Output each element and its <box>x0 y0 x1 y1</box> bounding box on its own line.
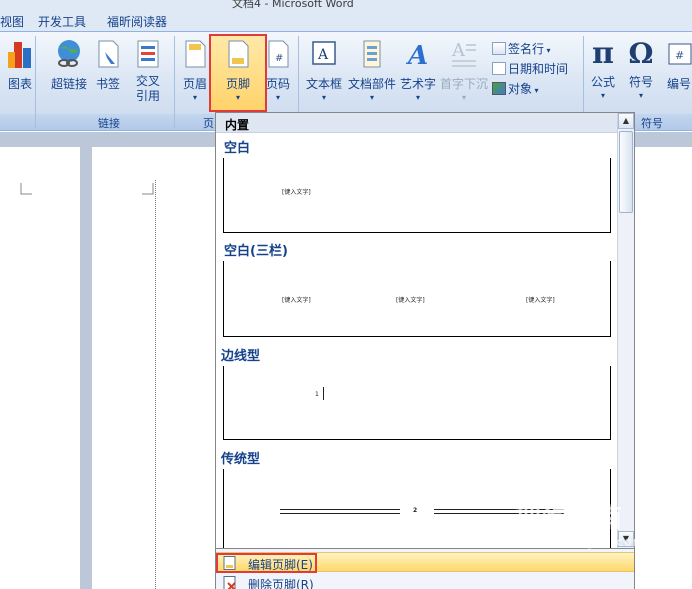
dropdown-arrow-icon: ▾ <box>532 86 539 95</box>
watermark-url: zhinan.sogou.com <box>520 535 646 549</box>
crop-mark <box>20 183 32 195</box>
crop-mark <box>142 183 154 195</box>
vertical-rule <box>323 387 324 400</box>
tab-developer[interactable]: 开发工具 <box>38 13 86 30</box>
signature-line-button[interactable]: 签名行 ▾ <box>492 40 551 57</box>
dropdown-arrow-icon: ▾ <box>461 93 466 102</box>
tab-view[interactable]: 视图 <box>0 13 24 30</box>
calendar-icon <box>492 62 506 75</box>
gallery-section-title: 空白 <box>224 141 251 156</box>
group-label-symbols: 符号 <box>641 117 663 130</box>
group-label-links: 链接 <box>98 117 120 130</box>
remove-footer-item[interactable]: 删除页脚(R) <box>216 573 634 589</box>
footer-gallery: 内置 空白 [键入文字] 空白(三栏) [键入文字] [键入文字] [键入文字]… <box>215 112 635 549</box>
footer-style-blank[interactable]: [键入文字] <box>223 158 611 233</box>
dropdown-arrow-icon: ▾ <box>275 93 280 102</box>
scroll-up-button[interactable]: ▲ <box>618 113 634 129</box>
cross-reference-icon <box>137 40 159 68</box>
gallery-scrollbar[interactable]: ▲ ▼ <box>617 113 634 548</box>
tab-foxit-reader[interactable]: 福昕阅读器 <box>107 13 167 30</box>
gallery-header: 内置 <box>216 113 619 133</box>
footer-button[interactable]: 页脚 ▾ <box>214 38 262 102</box>
group-label-header-footer: 页 <box>203 117 214 130</box>
title-bar: 文档4 - Microsoft Word <box>0 0 692 10</box>
header-icon <box>185 40 206 68</box>
dropdown-arrow-icon: ▾ <box>415 93 420 102</box>
globe-link-icon <box>58 40 80 67</box>
bookmark-button[interactable]: 书签 <box>93 38 123 92</box>
signature-line-icon <box>492 42 506 55</box>
edit-footer-highlight <box>216 553 317 573</box>
gallery-section-title: 空白(三栏) <box>224 244 288 259</box>
margin-guide <box>155 180 156 589</box>
page-number-icon: # <box>268 40 289 68</box>
cross-reference-button[interactable]: 交叉引用 <box>130 38 166 104</box>
rule-line <box>280 509 400 510</box>
object-button[interactable]: 对象 ▾ <box>492 80 539 97</box>
chart-icon <box>8 42 31 68</box>
window-title: 文档4 - Microsoft Word <box>232 0 354 10</box>
object-icon <box>492 82 506 95</box>
pi-icon: π <box>592 36 614 71</box>
footer-icon <box>228 40 249 68</box>
page-number-button[interactable]: # 页码 ▾ <box>262 38 294 102</box>
watermark-logo: 搜狗指南 <box>515 504 624 534</box>
quick-parts-icon <box>363 40 381 68</box>
footer-style-sideline[interactable]: 1 <box>223 366 611 440</box>
textbox-icon: A <box>312 41 336 65</box>
bookmark-icon <box>98 40 119 68</box>
header-button[interactable]: 页眉 ▾ <box>179 38 211 102</box>
chart-button[interactable]: 图表 <box>4 38 36 92</box>
dropdown-arrow-icon: ▾ <box>638 91 643 100</box>
dropcap-icon: A <box>451 40 476 67</box>
symbol-button[interactable]: Ω 符号 ▾ <box>624 38 658 100</box>
gallery-section-title: 传统型 <box>221 452 261 467</box>
dropdown-arrow-icon: ▾ <box>544 46 551 55</box>
svg-text:A: A <box>317 47 329 63</box>
dropdown-arrow-icon: ▾ <box>600 91 605 100</box>
dropdown-arrow-icon: ▾ <box>321 93 326 102</box>
svg-text:A: A <box>451 40 466 61</box>
gallery-section-title: 边线型 <box>221 349 261 364</box>
dropdown-arrow-icon: ▾ <box>369 93 374 102</box>
ribbon-tab-bar: 视图 开发工具 福昕阅读器 <box>0 10 692 32</box>
numbering-icon: # <box>668 43 692 65</box>
wordart-button[interactable]: A 艺术字 ▾ <box>398 38 438 102</box>
rule-line <box>280 513 400 514</box>
equation-button[interactable]: π 公式 ▾ <box>588 38 618 100</box>
wordart-icon: A <box>405 41 428 70</box>
svg-text:#: # <box>675 49 684 62</box>
omega-icon: Ω <box>628 37 654 70</box>
quick-parts-button[interactable]: 文档部件 ▾ <box>345 38 399 102</box>
previous-page <box>0 147 80 589</box>
hyperlink-button[interactable]: 超链接 <box>46 38 92 92</box>
footer-style-blank-three-column[interactable]: [键入文字] [键入文字] [键入文字] <box>223 261 611 337</box>
dropcap-button[interactable]: A 首字下沉 ▾ <box>438 38 490 102</box>
remove-footer-icon <box>223 576 236 589</box>
svg-text:A: A <box>405 41 428 70</box>
dropdown-arrow-icon: ▾ <box>192 93 197 102</box>
date-time-button[interactable]: 日期和时间 <box>492 60 568 77</box>
numbering-button[interactable]: # 编号 <box>666 38 692 92</box>
svg-text:#: # <box>275 53 283 64</box>
scroll-thumb[interactable] <box>619 131 633 213</box>
textbox-button[interactable]: A 文本框 ▾ <box>303 38 345 102</box>
group-separator <box>174 36 175 128</box>
dropdown-arrow-icon: ▾ <box>235 93 240 102</box>
